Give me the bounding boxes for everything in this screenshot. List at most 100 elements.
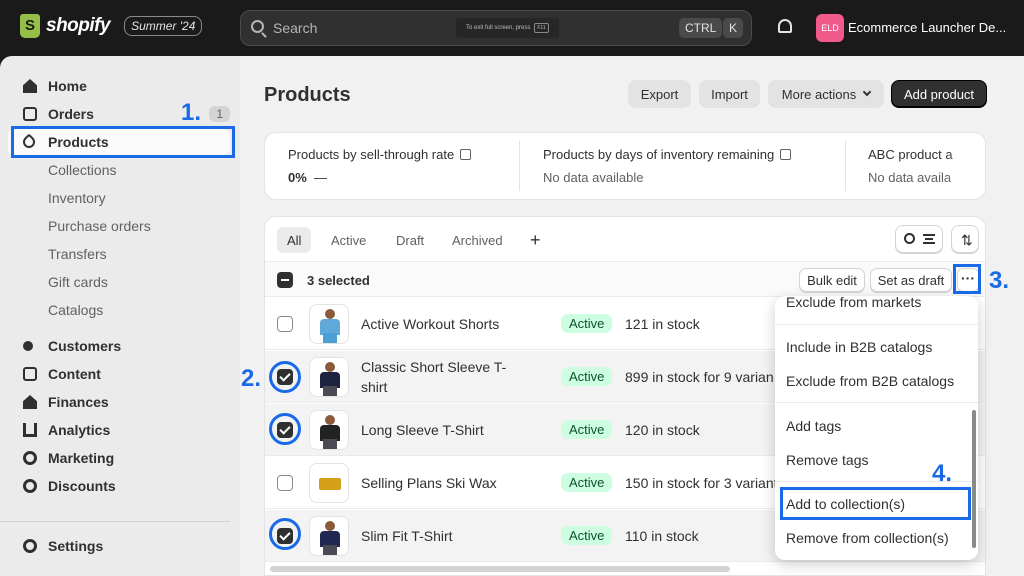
metric-value-text: 0% (288, 170, 307, 185)
export-button[interactable]: Export (628, 80, 691, 108)
inventory-text: 150 in stock for 3 variant (625, 475, 778, 491)
sidebar-item-label: Customers (48, 338, 122, 354)
sidebar-item-label: Finances (48, 394, 109, 410)
sidebar-item-collections[interactable]: Collections (8, 157, 230, 183)
annotation-number-1: 1. (181, 99, 202, 126)
menu-separator (775, 402, 978, 403)
inventory-text: 121 in stock (625, 316, 700, 332)
sidebar-item-content[interactable]: Content (8, 361, 230, 387)
chart-icon (23, 423, 37, 437)
metric-value: No data availa (868, 170, 952, 185)
product-name[interactable]: Classic Short Sleeve T-shirt (361, 357, 521, 397)
sidebar-item-inventory[interactable]: Inventory (8, 185, 230, 211)
tab-draft[interactable]: Draft (386, 227, 434, 253)
tab-active[interactable]: Active (321, 227, 376, 253)
product-name[interactable]: Slim Fit T-Shirt (361, 526, 521, 546)
menu-scrollbar[interactable] (972, 410, 976, 548)
store-name[interactable]: Ecommerce Launcher De... (848, 20, 1006, 35)
report-icon (460, 149, 472, 160)
sidebar-item-marketing[interactable]: Marketing (8, 445, 230, 471)
sidebar-item-purchase-orders[interactable]: Purchase orders (8, 213, 230, 239)
avatar[interactable]: ELD (816, 14, 844, 42)
product-name[interactable]: Long Sleeve T-Shirt (361, 420, 521, 440)
metric-title: ABC product a (868, 147, 953, 162)
menu-separator (775, 324, 978, 325)
menu-item-remove-tags[interactable]: Remove tags (786, 452, 868, 468)
sidebar-item-finances[interactable]: Finances (8, 389, 230, 415)
sidebar-item-label: Collections (48, 162, 117, 178)
sort-button[interactable]: ⇅ (951, 225, 979, 253)
add-product-button[interactable]: Add product (891, 80, 987, 108)
sidebar-item-analytics[interactable]: Analytics (8, 417, 230, 443)
metric-value: No data available (543, 170, 644, 185)
sidebar-item-label: Orders (48, 106, 94, 122)
sidebar-item-label: Transfers (48, 246, 107, 262)
scroll-fade (945, 133, 985, 199)
annotation-box-add-collection (780, 487, 971, 520)
menu-item-remove-from-collection[interactable]: Remove from collection(s) (786, 530, 949, 546)
sidebar-item-customers[interactable]: Customers (8, 333, 230, 359)
select-all-checkbox[interactable] (277, 272, 293, 288)
thumb-legs (323, 386, 337, 396)
shortcut-key-ctrl: CTRL (679, 18, 723, 38)
home-icon (23, 79, 37, 93)
bulk-edit-button[interactable]: Bulk edit (799, 268, 865, 292)
edition-badge[interactable]: Summer '24 (124, 16, 203, 36)
product-thumbnail (309, 357, 349, 397)
sidebar-item-settings[interactable]: Settings (8, 533, 230, 559)
metric-days-inventory[interactable]: Products by days of inventory remaining … (543, 147, 792, 185)
shopify-bag-icon (20, 14, 40, 38)
discount-icon (23, 479, 37, 493)
sidebar-item-label: Content (48, 366, 101, 382)
more-actions-button[interactable]: More actions (768, 80, 884, 108)
menu-item-exclude-b2b[interactable]: Exclude from B2B catalogs (786, 373, 954, 389)
add-view-button[interactable]: + (520, 227, 551, 253)
sidebar-item-label: Settings (48, 538, 104, 554)
annotation-number-3: 3. (989, 267, 1010, 294)
search-input[interactable]: Search To exit full screen, press F11 CT… (240, 10, 752, 46)
horizontal-scrollbar[interactable] (270, 566, 730, 572)
metric-abc[interactable]: ABC product a No data availa (868, 147, 953, 185)
sidebar-item-catalogs[interactable]: Catalogs (8, 297, 230, 323)
menu-item-add-tags[interactable]: Add tags (786, 418, 841, 434)
orders-icon (23, 107, 37, 121)
bulk-action-bar: 3 selected Bulk edit Set as draft ··· (265, 261, 985, 297)
inventory-text: 110 in stock (625, 528, 699, 544)
product-name[interactable]: Selling Plans Ski Wax (361, 473, 521, 493)
set-as-draft-button[interactable]: Set as draft (870, 268, 952, 292)
tab-archived[interactable]: Archived (442, 227, 513, 253)
row-checkbox[interactable] (277, 316, 293, 332)
annotation-circle-row2 (269, 361, 301, 393)
annotation-number-4: 4. (932, 460, 953, 487)
metric-title-text: Products by sell-through rate (288, 147, 455, 162)
import-button[interactable]: Import (699, 80, 760, 108)
sidebar-item-gift-cards[interactable]: Gift cards (8, 269, 230, 295)
thumb-legs (323, 439, 337, 449)
shopify-logo[interactable]: shopify Summer '24 (20, 14, 203, 38)
search-filter-button[interactable] (895, 225, 943, 253)
analytics-card: Products by sell-through rate 0% — Produ… (264, 132, 986, 200)
thumb-head (325, 309, 335, 319)
sidebar-item-label: Purchase orders (48, 218, 151, 234)
sidebar-item-transfers[interactable]: Transfers (8, 241, 230, 267)
menu-item-include-b2b[interactable]: Include in B2B catalogs (786, 339, 932, 355)
fullscreen-key: F11 (534, 23, 549, 33)
menu-item-exclude-markets[interactable]: Exclude from markets (786, 296, 921, 310)
metric-sell-through[interactable]: Products by sell-through rate 0% — (288, 147, 472, 185)
shortcut-key-k: K (723, 18, 744, 38)
sidebar-item-label: Marketing (48, 450, 115, 466)
bell-icon[interactable] (778, 19, 792, 33)
gear-icon (23, 539, 37, 553)
sidebar-item-home[interactable]: Home (8, 73, 230, 99)
tab-all[interactable]: All (277, 227, 312, 253)
metric-separator (845, 141, 846, 191)
chevron-down-icon (862, 87, 872, 97)
row-checkbox[interactable] (277, 475, 293, 491)
status-badge: Active (561, 314, 613, 333)
product-name[interactable]: Active Workout Shorts (361, 314, 521, 334)
filter-icon (923, 234, 935, 244)
metric-value: 0% — (288, 170, 471, 185)
annotation-box-products (11, 126, 235, 158)
metric-title-text: Products by days of inventory remaining (543, 147, 775, 162)
sidebar-item-discounts[interactable]: Discounts (8, 473, 230, 499)
